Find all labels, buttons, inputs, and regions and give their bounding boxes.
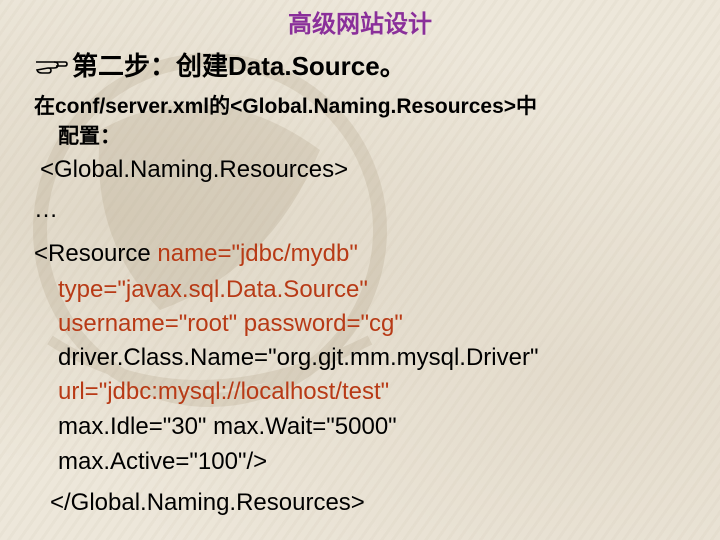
code-resource-line: <Resource name="jdbc/mydb": [34, 240, 358, 268]
page-title: 高级网站设计: [288, 9, 432, 38]
code-active: max.Active="100"/>: [58, 448, 268, 475]
code-idle-wait: max.Idle="30" max.Wait="5000": [58, 413, 397, 440]
code-close-tag: </Global.Naming.Resources>: [50, 489, 365, 516]
code-driver: driver.Class.Name="org.gjt.mm.mysql.Driv…: [58, 344, 539, 371]
code-resource-prefix: <Resource: [34, 240, 158, 267]
step-text: 第二步：创建Data.Source。: [72, 51, 406, 81]
pointing-hand-icon: [35, 60, 68, 74]
code-name-attr: name="jdbc/mydb": [157, 240, 358, 267]
instruction-line-1: 在conf/server.xml的<Global.Naming.Resource…: [34, 95, 538, 118]
code-ellipsis: …: [34, 196, 58, 223]
code-url: url="jdbc:mysql://localhost/test": [58, 378, 390, 405]
step-heading: 第二步：创建Data.Source。: [34, 46, 406, 83]
instruction-line-2: 配置：: [58, 125, 121, 148]
code-type-attr: type="javax.sql.Data.Source": [58, 276, 368, 303]
code-credentials: username="root" password="cg": [58, 310, 403, 337]
code-open-tag: <Global.Naming.Resources>: [40, 156, 349, 183]
